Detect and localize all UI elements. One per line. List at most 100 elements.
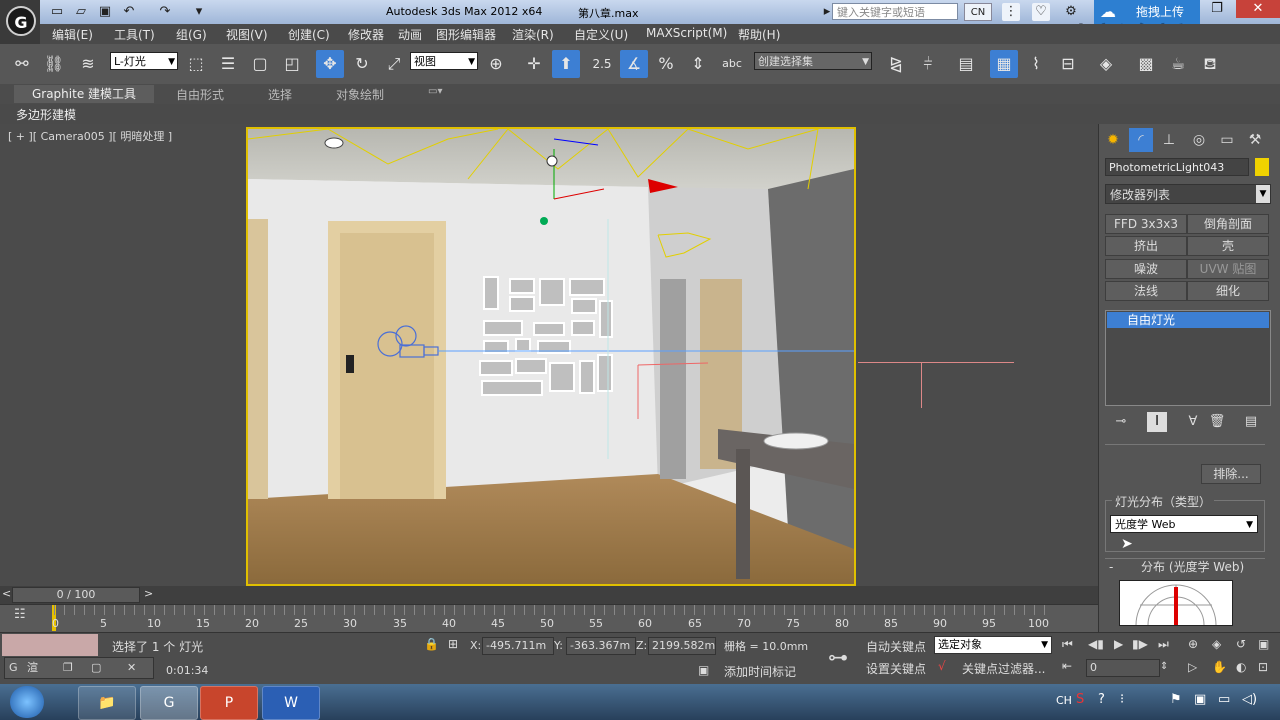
menu-tools[interactable]: 工具(T): [114, 26, 155, 43]
maxscript-listener-mini[interactable]: [2, 634, 98, 656]
motion-tab-icon[interactable]: ◎: [1187, 128, 1211, 152]
object-name-field[interactable]: PhotometricLight043: [1105, 158, 1249, 176]
spinner-snap-toggle[interactable]: 2.5: [588, 50, 616, 78]
set-key-button[interactable]: 设置关键点: [866, 660, 926, 677]
select-manipulate-icon[interactable]: ✛: [520, 50, 548, 78]
add-time-tag-label[interactable]: 添加时间标记: [724, 663, 796, 680]
key-mode-dropdown[interactable]: 选定对象 ▼: [934, 636, 1052, 654]
undo-icon[interactable]: ↶: [120, 3, 138, 21]
keyboard-shortcut-override-icon[interactable]: ⬆: [552, 50, 580, 78]
material-editor-icon[interactable]: ◈: [1092, 50, 1120, 78]
roll-icon[interactable]: ⊡: [1258, 660, 1268, 674]
display-tab-icon[interactable]: ▭: [1215, 128, 1239, 152]
time-slider-bar[interactable]: < 0 / 100 >: [0, 586, 1098, 604]
network-icon[interactable]: ▣: [1194, 692, 1206, 707]
rectangular-selection-icon[interactable]: ▢: [246, 50, 274, 78]
modifier-bevel-profile-button[interactable]: 倒角剖面: [1187, 214, 1269, 234]
orbit-icon[interactable]: ↺: [1236, 637, 1246, 651]
modifier-tessellate-button[interactable]: 细化: [1187, 281, 1269, 301]
key-mode-toggle-icon[interactable]: ⇤: [1062, 659, 1072, 673]
modifier-uvw-map-button[interactable]: UVW 贴图: [1187, 259, 1269, 279]
open-file-icon[interactable]: ▱: [72, 3, 90, 21]
schematic-view-icon[interactable]: ⊟: [1054, 50, 1082, 78]
help-icon[interactable]: ?: [1098, 692, 1105, 707]
tab-freeform[interactable]: 自由形式: [176, 86, 224, 103]
modifier-ffd-button[interactable]: FFD 3x3x3: [1105, 214, 1187, 234]
light-distribution-dropdown[interactable]: 光度学 Web ▼: [1110, 515, 1258, 533]
camera-view[interactable]: [246, 127, 856, 586]
modifier-extrude-button[interactable]: 挤出: [1105, 236, 1187, 256]
reference-coordinate-dropdown[interactable]: 视图 ▼: [410, 52, 478, 70]
create-tab-icon[interactable]: ✹: [1101, 128, 1125, 152]
explorer-taskbar-icon[interactable]: 📁: [78, 686, 136, 720]
next-frame-icon[interactable]: >: [144, 587, 153, 600]
next-key-icon[interactable]: ▮▶: [1132, 637, 1148, 651]
curve-editor-icon[interactable]: ⌇: [1022, 50, 1050, 78]
maximize-viewport-icon[interactable]: ▣: [1258, 637, 1269, 651]
object-color-swatch[interactable]: [1255, 158, 1269, 176]
app-menu-button[interactable]: G: [0, 0, 40, 44]
language-badge[interactable]: CN: [964, 3, 992, 21]
pan-hand-icon[interactable]: ✋: [1212, 660, 1227, 674]
pivot-center-icon[interactable]: ⊕: [482, 50, 510, 78]
stack-item-free-light[interactable]: 自由灯光: [1107, 312, 1269, 328]
modifier-noise-button[interactable]: 噪波: [1105, 259, 1187, 279]
select-rotate-icon[interactable]: ↻: [348, 50, 376, 78]
remove-modifier-icon[interactable]: 🗑: [1207, 412, 1227, 432]
make-unique-icon[interactable]: ∀: [1183, 412, 1203, 432]
menu-create[interactable]: 创建(C): [288, 26, 330, 43]
pin-stack-icon[interactable]: ⊸: [1111, 412, 1131, 432]
menu-maxscript[interactable]: MAXScript(M): [646, 26, 727, 40]
menu-group[interactable]: 组(G): [176, 26, 207, 43]
lock-selection-icon[interactable]: 🔒: [424, 637, 439, 651]
show-end-result-icon[interactable]: I: [1147, 412, 1167, 432]
tab-selection[interactable]: 选择: [268, 86, 292, 103]
menu-help[interactable]: 帮助(H): [738, 26, 780, 43]
maximize-icon[interactable]: ▢: [91, 658, 101, 678]
layer-manager-icon[interactable]: ▤: [952, 50, 980, 78]
search-input[interactable]: 键入关键字或短语: [832, 3, 958, 20]
dolly-icon[interactable]: ▷: [1188, 660, 1197, 674]
close-icon[interactable]: ✕: [127, 658, 136, 678]
frame-spinner-icon[interactable]: ⇕: [1160, 661, 1168, 672]
goto-start-icon[interactable]: ⏮: [1062, 637, 1073, 652]
viewport[interactable]: [ + ][ Camera005 ][ 明暗处理 ]: [0, 124, 1098, 586]
key-filters-button[interactable]: 关键点过滤器...: [962, 660, 1045, 677]
z-coordinate-field[interactable]: 2199.582m: [648, 637, 716, 655]
select-move-icon[interactable]: ✥: [316, 50, 344, 78]
new-file-icon[interactable]: ▭: [48, 3, 66, 21]
utilities-tab-icon[interactable]: ⚒: [1243, 128, 1267, 152]
selection-filter-dropdown[interactable]: L-灯光 ▼: [110, 52, 178, 70]
menu-modifiers[interactable]: 修改器: [348, 26, 384, 43]
curve-editor-mini-icon[interactable]: ☷: [14, 607, 36, 627]
volume-icon[interactable]: ◁): [1242, 692, 1257, 707]
select-scale-icon[interactable]: ⤢: [380, 50, 408, 78]
flag-icon[interactable]: ⚑: [1170, 692, 1182, 707]
restore-window-button[interactable]: ❐: [1202, 0, 1232, 18]
viewport-label[interactable]: [ + ][ Camera005 ][ 明暗处理 ]: [8, 128, 172, 144]
angle-snap-icon[interactable]: ∡: [620, 50, 648, 78]
redo-icon[interactable]: ↷: [156, 3, 174, 21]
powerpoint-taskbar-icon[interactable]: P: [200, 686, 258, 720]
display-icon[interactable]: ▭: [1218, 692, 1230, 707]
3dsmax-taskbar-icon[interactable]: G: [140, 686, 198, 720]
render-production-icon[interactable]: ⛾: [1196, 50, 1224, 78]
tab-object-paint[interactable]: 对象绘制: [336, 86, 384, 103]
modifier-normal-button[interactable]: 法线: [1105, 281, 1187, 301]
ribbon-options-icon[interactable]: ▭▾: [428, 86, 442, 97]
menu-customize[interactable]: 自定义(U): [574, 26, 628, 43]
spinner-snap-icon[interactable]: ⇕: [684, 50, 712, 78]
menu-animation[interactable]: 动画: [398, 26, 422, 43]
word-taskbar-icon[interactable]: W: [262, 686, 320, 720]
auto-key-button[interactable]: 自动关键点: [866, 638, 926, 655]
goto-end-icon[interactable]: ⏭: [1158, 637, 1169, 652]
render-setup-icon[interactable]: ▩: [1132, 50, 1160, 78]
configure-modifier-sets-icon[interactable]: ▤: [1241, 412, 1261, 432]
field-of-view-icon[interactable]: ◐: [1236, 660, 1246, 674]
percent-snap-icon[interactable]: %: [652, 50, 680, 78]
link-icon[interactable]: ⚯: [8, 50, 36, 78]
restore-icon[interactable]: ❐: [63, 658, 73, 678]
more-icon[interactable]: ⋮: [1002, 3, 1020, 21]
modify-tab-icon[interactable]: ◜: [1129, 128, 1153, 152]
x-coordinate-field[interactable]: -495.711m: [482, 637, 554, 655]
